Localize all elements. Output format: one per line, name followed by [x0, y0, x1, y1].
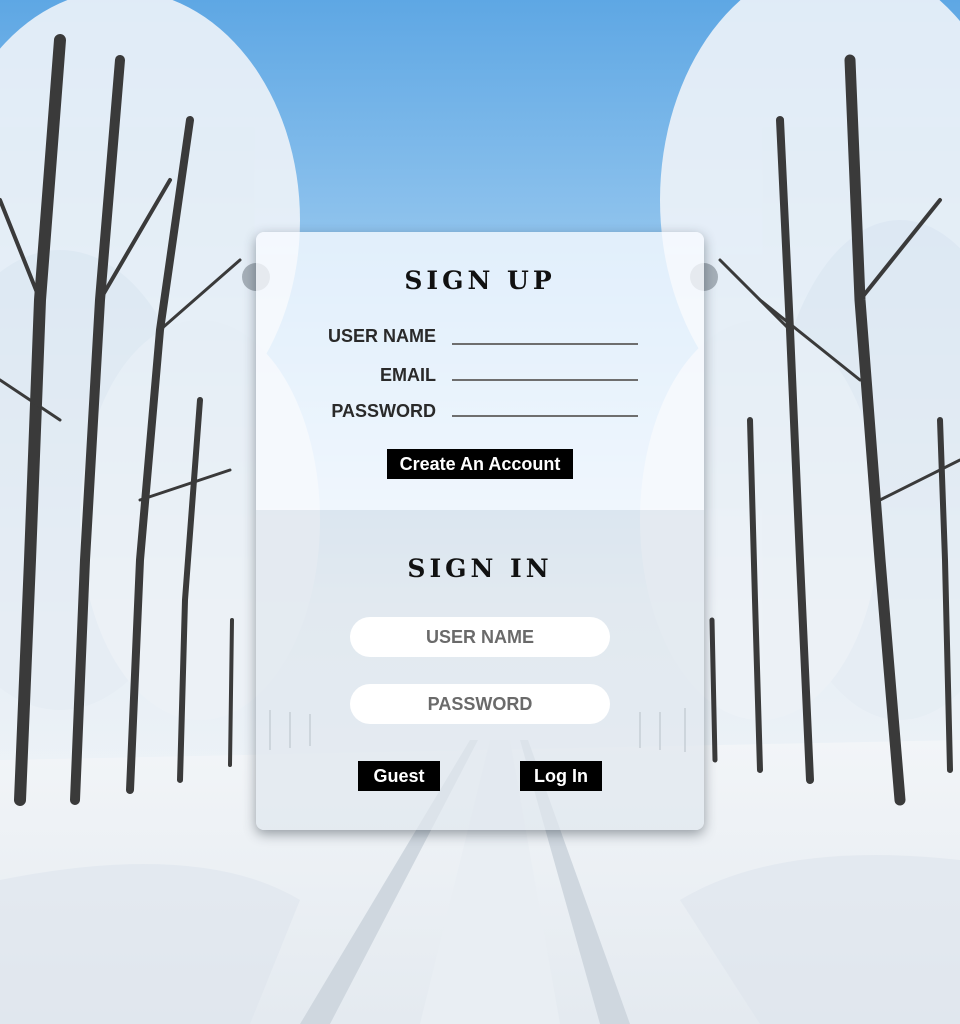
- guest-button[interactable]: Guest: [358, 761, 440, 791]
- login-button[interactable]: Log In: [520, 761, 602, 791]
- signup-email-field[interactable]: [452, 379, 638, 381]
- login-page: SIGN UP USER NAME EMAIL PASSWORD Create …: [0, 0, 960, 1024]
- signup-password-field[interactable]: [452, 415, 638, 417]
- signin-password-input[interactable]: [350, 684, 610, 724]
- signup-username-label: USER NAME: [327, 326, 436, 346]
- create-account-button[interactable]: Create An Account: [387, 449, 573, 479]
- signup-panel: SIGN UP USER NAME EMAIL PASSWORD Create …: [256, 232, 704, 510]
- signup-title: SIGN UP: [404, 266, 556, 295]
- signin-title: SIGN IN: [407, 554, 553, 583]
- signup-username-field[interactable]: [452, 343, 638, 345]
- signup-password-label: PASSWORD: [331, 401, 436, 421]
- auth-card: SIGN UP USER NAME EMAIL PASSWORD Create …: [256, 232, 704, 830]
- signup-email-label: EMAIL: [380, 365, 436, 385]
- signin-username-input[interactable]: [350, 617, 610, 657]
